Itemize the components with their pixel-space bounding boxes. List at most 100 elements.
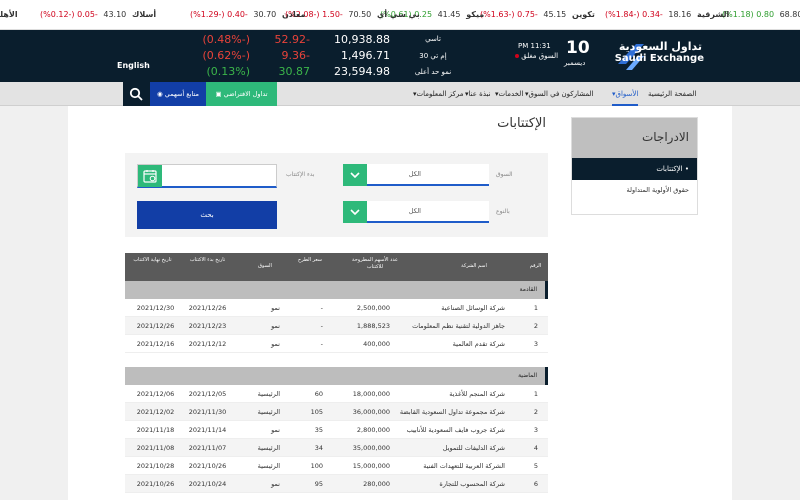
virtual-trading-button[interactable]: ▣ تداول الافتراضي: [206, 82, 277, 106]
cell-end: 2021/12/06: [136, 390, 175, 398]
search-icon: [129, 87, 143, 101]
type-select[interactable]: الكل: [343, 201, 489, 223]
cell-start: 2021/11/14: [188, 426, 227, 434]
language-switch[interactable]: English: [117, 61, 150, 70]
cell-start: 2021/12/05: [188, 390, 227, 398]
index-label-nomu[interactable]: نمو حد أعلى: [405, 68, 461, 76]
cell-company[interactable]: شركة الوسائل الصناعية: [385, 304, 505, 312]
table-row[interactable]: 2 شركة مجموعة تداول السعودية القابضة 36,00…: [125, 403, 548, 421]
cell-end: 2021/12/30: [136, 304, 175, 312]
calendar-button[interactable]: [138, 165, 162, 187]
table-row[interactable]: 2 جاهز الدولية لتقنية نظم المعلومات 1,888,…: [125, 317, 548, 335]
search-submit-button[interactable]: بحث: [137, 201, 277, 229]
cell-shares: 280,000: [363, 480, 390, 488]
nav-market-participants[interactable]: ▾المشاركون في السوق: [525, 82, 594, 106]
ticker-item[interactable]: تكوين 45.15 -0.75 (-1.63%): [480, 0, 595, 29]
col-header-price: سعر الطرح: [298, 257, 322, 263]
ticker-price: 18.16: [665, 10, 692, 19]
table-row[interactable]: 3 شركة تقدم العالمية 400,000 - نمو 2021/12/12…: [125, 335, 548, 353]
cell-price: 95: [314, 480, 323, 488]
col-header-shares: عدد الأسهم المطروحة للاكتتاب: [352, 257, 398, 270]
cell-company[interactable]: شركة المحسوب للتجارة: [385, 480, 505, 488]
ticker-item[interactable]: معادن 30.70 -0.40 (-1.29%): [190, 0, 306, 29]
nav-home[interactable]: الصفحة الرئيسية: [648, 82, 696, 106]
eye-icon: ◉: [157, 90, 163, 98]
nav-markets-label: الأسواق: [615, 90, 639, 98]
cell-shares: 2,500,000: [356, 304, 390, 312]
col-header-start: تاريخ بدء الاكتتاب: [189, 257, 226, 263]
col-header-company: اسم الشركة: [461, 263, 487, 269]
table-row[interactable]: 3 شركة جروب فايف السعودية للأنابيب 2,800,0…: [125, 421, 548, 439]
ticker-change: -1.50: [319, 10, 343, 19]
ticker-change: -0.34: [639, 10, 663, 19]
ticker-item[interactable]: الخريص 68.80 0.80 (1.18%): [722, 0, 800, 29]
table-row[interactable]: 4 شركة الدليفات للتمويل 35,000,000 34 الرئيس…: [125, 439, 548, 457]
ticker-item[interactable]: الشرقية 18.16 -0.34 (-1.84%): [605, 0, 730, 29]
cell-market: نمو: [271, 340, 280, 348]
index-label-mt30[interactable]: إم تي 30: [405, 52, 461, 60]
market-select-value: الكل: [408, 170, 421, 178]
cell-company[interactable]: الشركة العربية للتعهدات الفنية: [385, 462, 505, 470]
ticker-price: 41.45: [435, 10, 461, 19]
cell-shares: 15,000,000: [352, 462, 390, 470]
ticker-item[interactable]: الأهلي: [0, 0, 18, 29]
cell-n: 1: [533, 304, 539, 312]
nav-info-center[interactable]: ▾مركز المعلومات: [413, 82, 463, 106]
cell-n: 5: [533, 462, 539, 470]
nav-markets[interactable]: ▾الأسواق: [612, 82, 639, 106]
ticker-name: الأهلي: [0, 10, 18, 19]
ticker-item[interactable]: أسلاك 43.10 -0.05 (-0.12%): [40, 0, 156, 29]
nav-services[interactable]: ▾الخدمات: [495, 82, 523, 106]
ipo-table: الرقم اسم الشركة عدد الأسهم المطروحة للا…: [125, 253, 548, 500]
ticker-name: معادن: [279, 10, 306, 19]
market-select[interactable]: الكل: [343, 164, 489, 186]
ticker-price: 70.50: [345, 10, 372, 19]
ticker-change: -0.05: [74, 10, 98, 19]
table-row[interactable]: 5 الشركة العربية للتعهدات الفنية 15,000,00…: [125, 457, 548, 475]
sidebar-item-rights[interactable]: حقوق الأولوية المتداولة: [572, 180, 697, 200]
cell-price: -: [320, 340, 323, 348]
section-header: الماضية: [125, 367, 548, 385]
index-percent: (0.13%): [206, 65, 250, 78]
ticker-name: بي سي أي: [374, 10, 420, 19]
cell-market: الرئيسية: [257, 390, 280, 398]
clock-time: PM 11:31: [518, 42, 551, 50]
cell-company[interactable]: شركة الدليفات للتمويل: [385, 444, 505, 452]
portfolio-button[interactable]: ◉ متابع أسهمي: [150, 82, 206, 106]
cell-market: نمو: [271, 426, 280, 434]
header: تداول السعودية Saudi Exchange 10 ديسمبر …: [0, 30, 800, 82]
table-row[interactable]: 6 شركة المحسوب للتجارة 280,000 95 نمو 2021/10…: [125, 475, 548, 493]
cell-price: -: [320, 322, 323, 330]
cell-price: 100: [310, 462, 323, 470]
search-button[interactable]: [123, 82, 150, 106]
cell-end: 2021/12/02: [136, 408, 175, 416]
cell-company[interactable]: شركة المنجم للأغذية: [385, 390, 505, 398]
chevron-down-icon: [350, 172, 360, 178]
table-row[interactable]: 1 شركة الوسائل الصناعية 2,500,000 - نمو 2021/…: [125, 299, 548, 317]
logo[interactable]: تداول السعودية Saudi Exchange: [612, 38, 712, 76]
ticker-bar: الخريص 68.80 0.80 (1.18%) الشرقية 18.16 …: [0, 0, 800, 30]
ticker-percent: (-1.63%): [480, 10, 515, 19]
index-label-tasi[interactable]: تاسي: [405, 35, 461, 43]
cell-price: -: [320, 304, 323, 312]
logo-english: Saudi Exchange: [614, 53, 704, 64]
ticker-name: الشرقية: [694, 10, 730, 19]
nav-services-label: الخدمات: [498, 90, 524, 98]
dropdown-toggle[interactable]: [343, 201, 367, 223]
section-header: القادمة: [125, 281, 548, 299]
sidebar-item-ipos[interactable]: الإكتتابات •: [572, 158, 697, 180]
index-change: 52.92-: [274, 33, 310, 46]
dropdown-toggle[interactable]: [343, 164, 367, 186]
cell-market: نمو: [271, 480, 280, 488]
cell-company[interactable]: شركة جروب فايف السعودية للأنابيب: [385, 426, 505, 434]
cell-company[interactable]: جاهز الدولية لتقنية نظم المعلومات: [385, 322, 505, 330]
cell-company[interactable]: شركة مجموعة تداول السعودية القابضة: [385, 408, 505, 416]
index-value: 1,496.71: [341, 49, 390, 62]
start-date-field[interactable]: [137, 164, 277, 188]
table-row[interactable]: 1 شركة المنجم للأغذية 18,000,000 60 الرئيسية…: [125, 385, 548, 403]
cell-company[interactable]: شركة تقدم العالمية: [385, 340, 505, 348]
ticker-change: -0.75: [514, 10, 538, 19]
logo-arabic: تداول السعودية: [618, 40, 702, 53]
ticker-percent: (-1.29%): [190, 10, 225, 19]
nav-about[interactable]: ▾نبذة عنا: [465, 82, 491, 106]
